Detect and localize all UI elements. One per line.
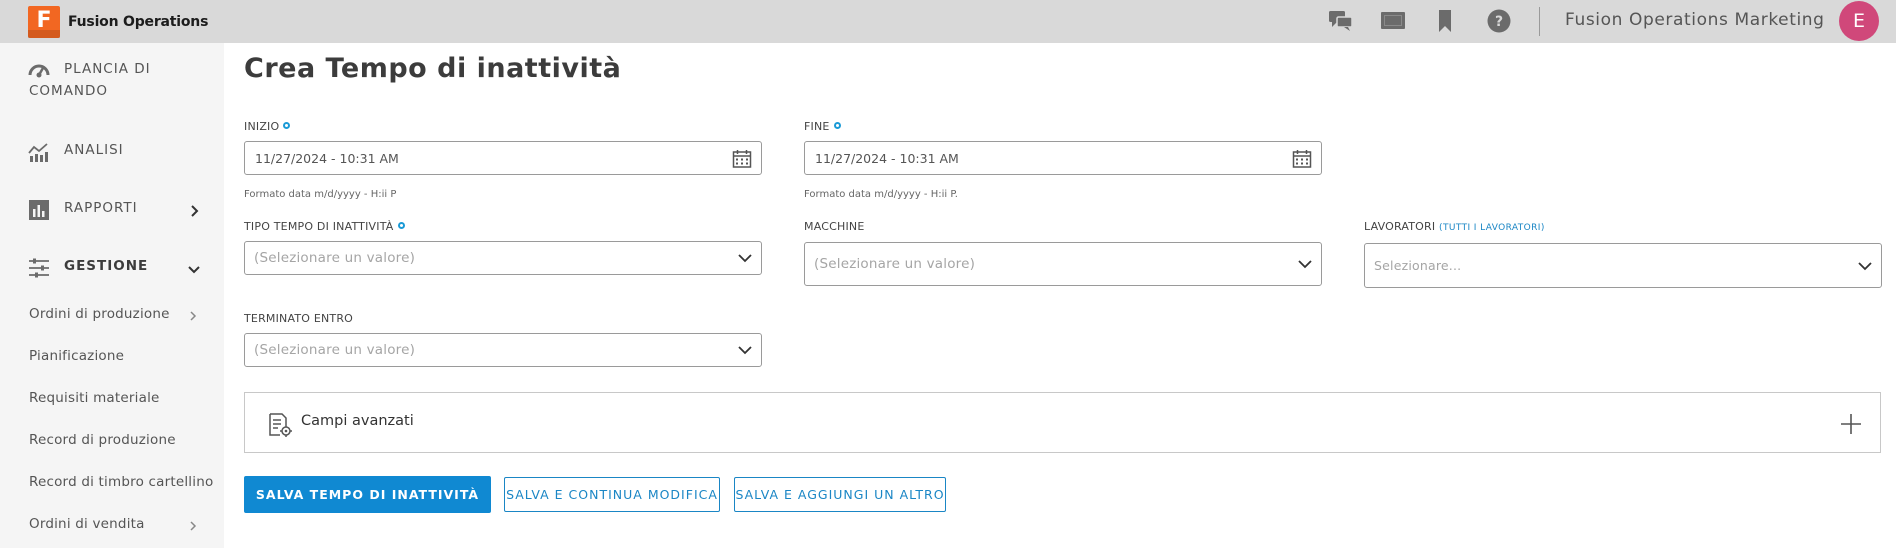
app-logo: F: [28, 6, 60, 38]
advanced-fields-panel[interactable]: Campi avanzati: [244, 392, 1881, 453]
sidebar-subitem-label: Record di timbro cartellino: [29, 474, 214, 490]
required-indicator: [397, 222, 405, 229]
header-divider: [1539, 7, 1540, 36]
chevron-right-icon: [190, 521, 197, 531]
organization-name[interactable]: Fusion Operations Marketing: [1565, 10, 1825, 30]
workers-label-text: LAVORATORI: [1364, 220, 1436, 233]
analytics-icon: [28, 143, 48, 162]
chevron-down-icon: [738, 254, 752, 263]
workers-placeholder: Selezionare...: [1374, 258, 1462, 273]
start-label-text: INIZIO: [244, 120, 280, 133]
brand[interactable]: F Fusion Operations: [28, 6, 208, 38]
sidebar-subitem-production-records[interactable]: Record di produzione: [0, 427, 224, 457]
end-label-text: FINE: [804, 120, 830, 133]
finished-by-select[interactable]: (Selezionare un valore): [244, 333, 762, 367]
machines-placeholder: (Selezionare un valore): [814, 256, 976, 272]
required-indicator: [283, 122, 291, 129]
chevron-right-icon: [191, 205, 199, 217]
logo-letter: F: [36, 8, 52, 33]
sidebar-subitem-material-requirements[interactable]: Requisiti materiale: [0, 385, 224, 415]
workers-select[interactable]: Selezionare...: [1364, 243, 1882, 288]
finished-by-placeholder: (Selezionare un valore): [254, 342, 416, 358]
sidebar-item-label: RAPPORTI: [64, 200, 138, 216]
avatar[interactable]: E: [1839, 1, 1879, 41]
sidebar-subitem-scheduling[interactable]: Pianificazione: [0, 343, 224, 373]
all-workers-link[interactable]: (TUTTI I LAVORATORI): [1439, 223, 1545, 233]
save-add-another-button[interactable]: SALVA E AGGIUNGI UN ALTRO: [734, 477, 946, 512]
sidebar-subitem-label: Record di produzione: [29, 432, 176, 448]
start-label: INIZIO: [244, 120, 291, 133]
document-settings-icon: [269, 413, 292, 437]
sidebar-subitem-production-orders[interactable]: Ordini di produzione: [0, 301, 224, 331]
start-datetime-value: 11/27/2024 - 10:31 AM: [255, 151, 399, 166]
app-name: Fusion Operations: [68, 14, 209, 30]
sidebar-subitem-label: Pianificazione: [29, 348, 125, 364]
sidebar-item-label: ANALISI: [64, 142, 124, 158]
sidebar-subitem-label: Ordini di produzione: [29, 306, 170, 322]
chat-icon[interactable]: [1328, 9, 1354, 33]
save-continue-button[interactable]: SALVA E CONTINUA MODIFICA: [504, 477, 720, 512]
presentation-icon[interactable]: [1380, 9, 1406, 33]
gauge-icon: [28, 64, 50, 78]
sidebar: PLANCIA DI COMANDO ANALISI RAPPORTI GEST…: [0, 43, 224, 548]
sidebar-item-management[interactable]: GESTIONE: [0, 249, 224, 289]
help-icon[interactable]: ?: [1486, 9, 1512, 33]
end-label: FINE: [804, 120, 841, 133]
reports-icon: [29, 200, 49, 220]
sidebar-item-label: PLANCIA DI: [64, 61, 151, 77]
chevron-down-icon: [738, 346, 752, 355]
workers-label: LAVORATORI (TUTTI I LAVORATORI): [1364, 220, 1545, 233]
downtime-type-label-text: TIPO TEMPO DI INATTIVITÀ: [244, 220, 394, 233]
plus-icon[interactable]: [1840, 413, 1862, 435]
end-datetime-field[interactable]: 11/27/2024 - 10:31 AM: [804, 141, 1322, 175]
sidebar-item-analytics[interactable]: ANALISI: [0, 133, 224, 173]
machines-label: MACCHINE: [804, 220, 865, 233]
sidebar-item-dashboard[interactable]: PLANCIA DI COMANDO: [0, 43, 224, 103]
sidebar-subitem-timecard-records[interactable]: Record di timbro cartellino: [0, 469, 224, 499]
sidebar-item-label: COMANDO: [29, 83, 109, 99]
finished-by-label: TERMINATO ENTRO: [244, 312, 354, 325]
downtime-type-label: TIPO TEMPO DI INATTIVITÀ: [244, 220, 405, 233]
sliders-icon: [29, 258, 49, 278]
downtime-type-placeholder: (Selezionare un valore): [254, 250, 416, 266]
sidebar-subitem-label: Requisiti materiale: [29, 390, 160, 406]
start-datetime-field[interactable]: 11/27/2024 - 10:31 AM: [244, 141, 762, 175]
start-format-hint: Formato data m/d/yyyy - H:ii P: [244, 189, 397, 200]
chevron-down-icon: [1298, 260, 1312, 269]
calendar-icon[interactable]: [732, 149, 752, 169]
bookmark-icon[interactable]: [1432, 9, 1458, 33]
machines-select[interactable]: (Selezionare un valore): [804, 242, 1322, 286]
sidebar-item-label: GESTIONE: [64, 258, 149, 274]
sidebar-subitem-sales-orders[interactable]: Ordini di vendita: [0, 511, 224, 541]
save-downtime-button[interactable]: SALVA TEMPO DI INATTIVITÀ: [244, 476, 491, 513]
advanced-fields-label: Campi avanzati: [301, 413, 414, 429]
chevron-down-icon: [1858, 262, 1872, 271]
page-title: Crea Tempo di inattività: [244, 53, 622, 84]
top-bar: F Fusion Operations ? Fusion Operations …: [0, 0, 1896, 43]
downtime-type-select[interactable]: (Selezionare un valore): [244, 241, 762, 275]
chevron-down-icon: [188, 266, 200, 274]
calendar-icon[interactable]: [1292, 149, 1312, 169]
end-format-hint: Formato data m/d/yyyy - H:ii P.: [804, 189, 958, 200]
sidebar-subitem-label: Ordini di vendita: [29, 516, 145, 532]
end-datetime-value: 11/27/2024 - 10:31 AM: [815, 151, 959, 166]
sidebar-item-reports[interactable]: RAPPORTI: [0, 191, 224, 231]
required-indicator: [833, 122, 841, 129]
chevron-right-icon: [190, 311, 197, 321]
svg-text:?: ?: [1495, 14, 1503, 30]
